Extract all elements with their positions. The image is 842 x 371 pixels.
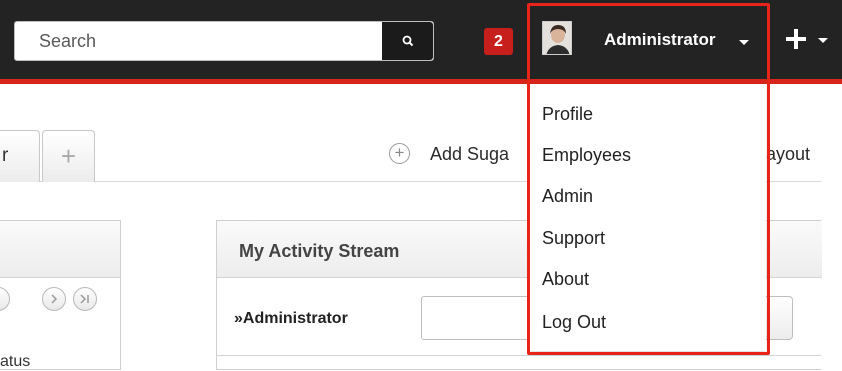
activity-user-toggle[interactable]: »Administrator [234,310,348,328]
notification-badge[interactable]: 2 [484,28,513,55]
dashlet-title: My Activity Stream [239,241,400,261]
add-tab-button[interactable]: + [42,130,95,182]
divider [216,355,821,356]
user-name[interactable]: Administrator [604,30,715,50]
chevron-right-icon [51,294,58,304]
add-tab-symbol: + [60,141,77,171]
menu-item-about[interactable]: About [542,269,589,290]
dashlet-header [0,221,120,278]
search-icon [402,35,413,47]
chevron-left-icon[interactable] [0,287,10,311]
plus-icon [786,29,828,49]
search-input[interactable] [15,22,383,60]
skip-end-icon [80,294,89,304]
avatar[interactable] [542,21,572,55]
chevron-right-icon[interactable] [42,287,66,311]
menu-item-admin[interactable]: Admin [542,186,593,207]
tab-label: r [2,145,9,166]
tab-dashboard[interactable]: r [0,130,40,182]
quick-create-button[interactable] [782,18,842,62]
user-dropdown-menu: Profile Employees Admin Support About Lo… [530,84,766,351]
global-search [14,21,434,61]
add-circle-icon[interactable]: + [389,143,410,164]
menu-item-employees[interactable]: Employees [542,145,631,166]
search-button[interactable] [382,22,433,60]
add-sugar-dashlet-link[interactable]: Add Suga [430,144,509,165]
activity-post-input[interactable] [421,296,531,340]
pager [0,283,120,313]
edit-layout-link[interactable]: ayout [766,144,810,165]
skip-end-icon[interactable] [73,287,97,311]
menu-item-log-out[interactable]: Log Out [542,312,606,333]
user-photo-icon [543,22,571,54]
menu-item-profile[interactable]: Profile [542,104,593,125]
column-header-fragment: atus [0,353,31,370]
chevron-down-icon[interactable] [739,40,749,45]
menu-item-support[interactable]: Support [542,228,605,249]
